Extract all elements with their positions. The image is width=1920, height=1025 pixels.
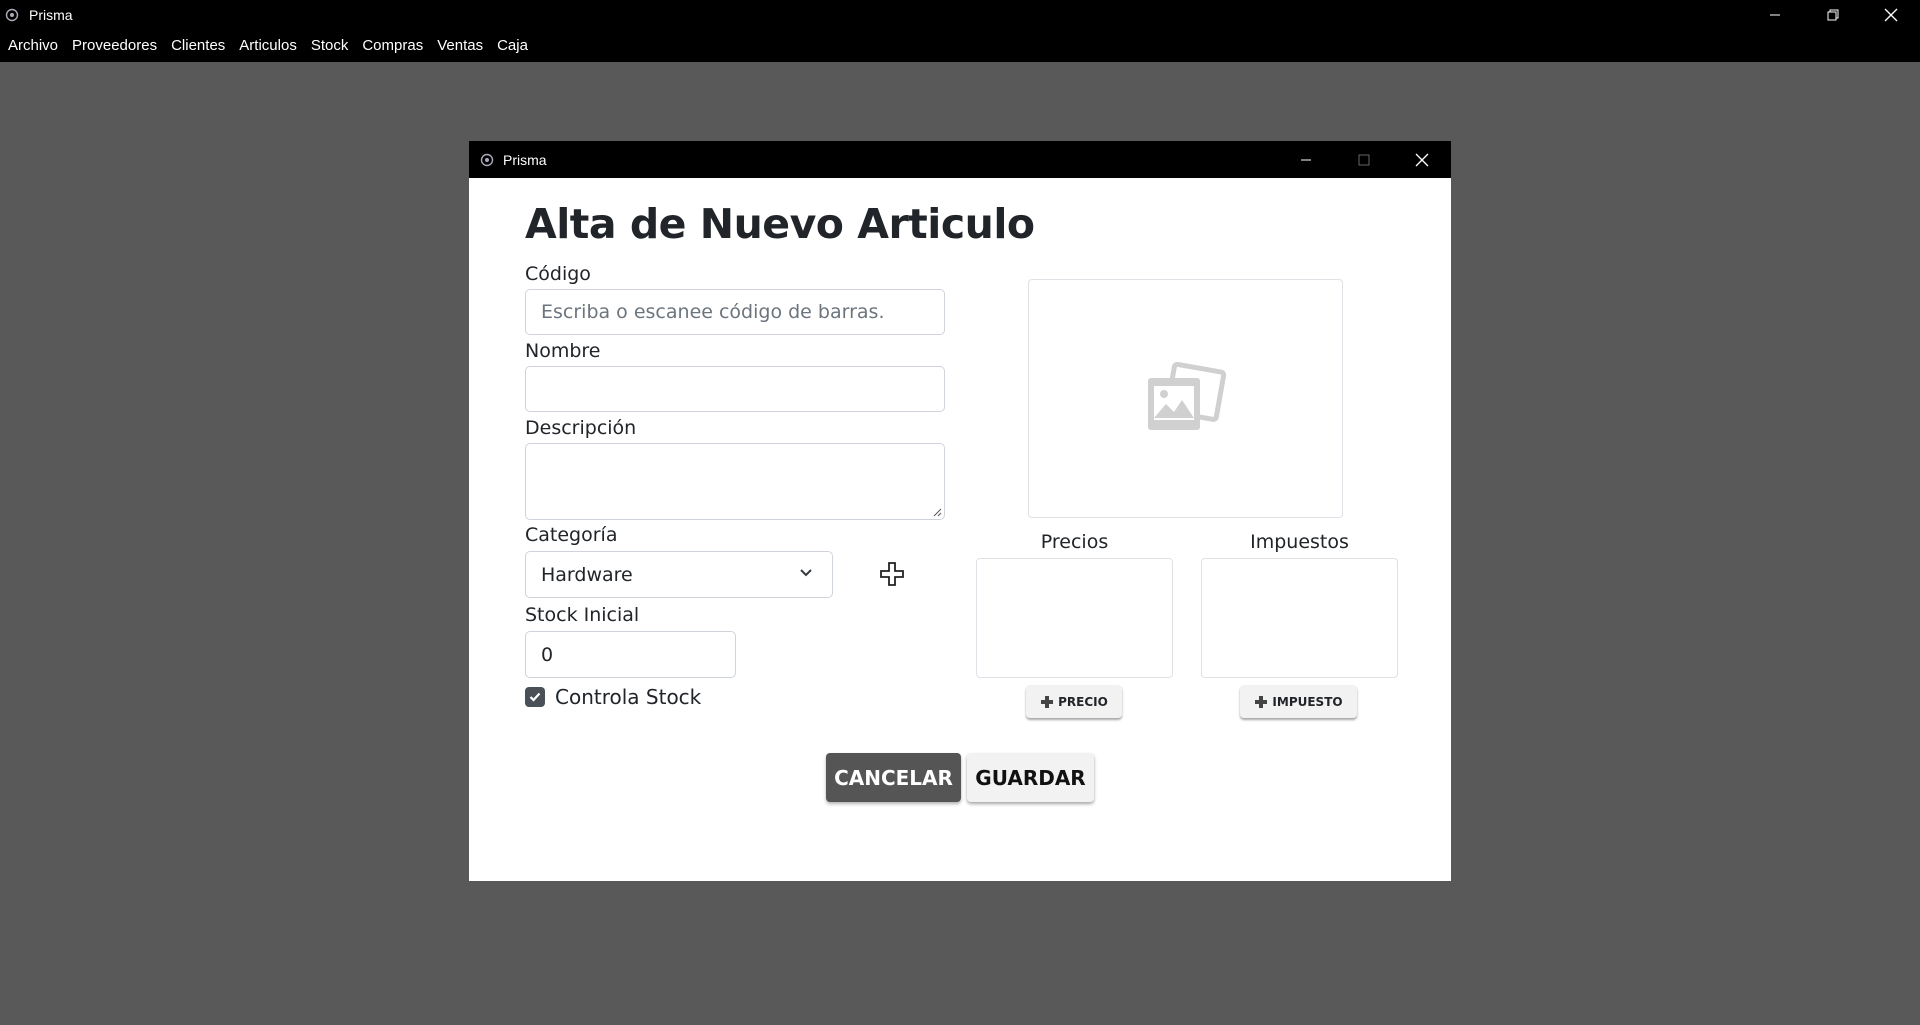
main-titlebar: Prisma: [0, 0, 1920, 29]
main-window-title: Prisma: [29, 6, 73, 23]
add-precio-label: PRECIO: [1058, 694, 1108, 709]
restore-button[interactable]: [1804, 0, 1862, 29]
dialog-close-button[interactable]: [1393, 141, 1451, 178]
categoria-label: Categoría: [525, 524, 618, 546]
close-button[interactable]: [1862, 0, 1920, 29]
categoria-selected: Hardware: [541, 563, 633, 586]
add-impuesto-button[interactable]: IMPUESTO: [1240, 685, 1357, 718]
check-icon: [529, 692, 541, 702]
chevron-down-icon: [800, 569, 812, 577]
plus-icon: [1041, 695, 1054, 708]
minimize-button[interactable]: [1746, 0, 1804, 29]
save-button[interactable]: GUARDAR: [967, 753, 1094, 802]
restore-icon: [1827, 9, 1839, 20]
impuestos-title: Impuestos: [1250, 531, 1349, 553]
dialog-minimize-button[interactable]: [1277, 141, 1335, 178]
article-image-box[interactable]: [1028, 279, 1343, 518]
precios-title: Precios: [1040, 531, 1109, 553]
descripcion-label: Descripción: [525, 417, 637, 439]
dialog-window-controls: [1277, 141, 1451, 178]
menu-bar: Archivo Proveedores Clientes Articulos S…: [0, 29, 1920, 62]
menu-stock[interactable]: Stock: [304, 29, 356, 62]
plus-icon: [880, 562, 904, 586]
nombre-input[interactable]: [525, 366, 945, 412]
resize-grip-icon[interactable]: [932, 507, 942, 517]
menu-compras[interactable]: Compras: [355, 29, 430, 62]
menu-ventas[interactable]: Ventas: [430, 29, 490, 62]
controla-stock-checkbox[interactable]: [525, 687, 545, 707]
menu-caja[interactable]: Caja: [490, 29, 535, 62]
menu-proveedores[interactable]: Proveedores: [65, 29, 164, 62]
cancel-button[interactable]: CANCELAR: [826, 753, 961, 802]
precios-list[interactable]: [976, 558, 1173, 678]
add-impuesto-label: IMPUESTO: [1272, 694, 1343, 709]
codigo-input[interactable]: Escriba o escanee código de barras.: [525, 289, 945, 335]
add-precio-button[interactable]: PRECIO: [1026, 685, 1122, 718]
codigo-placeholder: Escriba o escanee código de barras.: [541, 301, 885, 323]
image-placeholder-icon: [1147, 361, 1226, 430]
window-controls: [1746, 0, 1920, 29]
menu-articulos[interactable]: Articulos: [232, 29, 304, 62]
minimize-icon: [1770, 14, 1780, 15]
menu-clientes[interactable]: Clientes: [164, 29, 232, 62]
stock-inicial-label: Stock Inicial: [525, 604, 640, 626]
dialog-app-icon: [479, 152, 495, 168]
plus-icon: [1255, 695, 1268, 708]
stock-inicial-input[interactable]: 0: [525, 631, 736, 678]
app-icon: [4, 7, 20, 23]
close-icon: [1415, 153, 1429, 166]
dialog-titlebar[interactable]: Prisma: [469, 141, 1451, 178]
page-title: Alta de Nuevo Articulo: [525, 200, 1035, 248]
add-category-button[interactable]: [877, 559, 907, 589]
new-article-dialog: Prisma Alta de Nuevo Articulo Código Esc…: [469, 141, 1451, 881]
dialog-maximize-button[interactable]: [1335, 141, 1393, 178]
menu-archivo[interactable]: Archivo: [1, 29, 65, 62]
controla-stock-label: Controla Stock: [555, 685, 702, 709]
minimize-icon: [1301, 159, 1311, 160]
maximize-icon: [1358, 154, 1370, 165]
descripcion-textarea[interactable]: [525, 443, 945, 520]
stock-inicial-value: 0: [541, 643, 554, 666]
impuestos-list[interactable]: [1201, 558, 1398, 678]
categoria-select[interactable]: Hardware: [525, 551, 833, 598]
nombre-label: Nombre: [525, 340, 601, 362]
codigo-label: Código: [525, 263, 591, 285]
dialog-title: Prisma: [503, 151, 547, 168]
close-icon: [1884, 8, 1898, 21]
